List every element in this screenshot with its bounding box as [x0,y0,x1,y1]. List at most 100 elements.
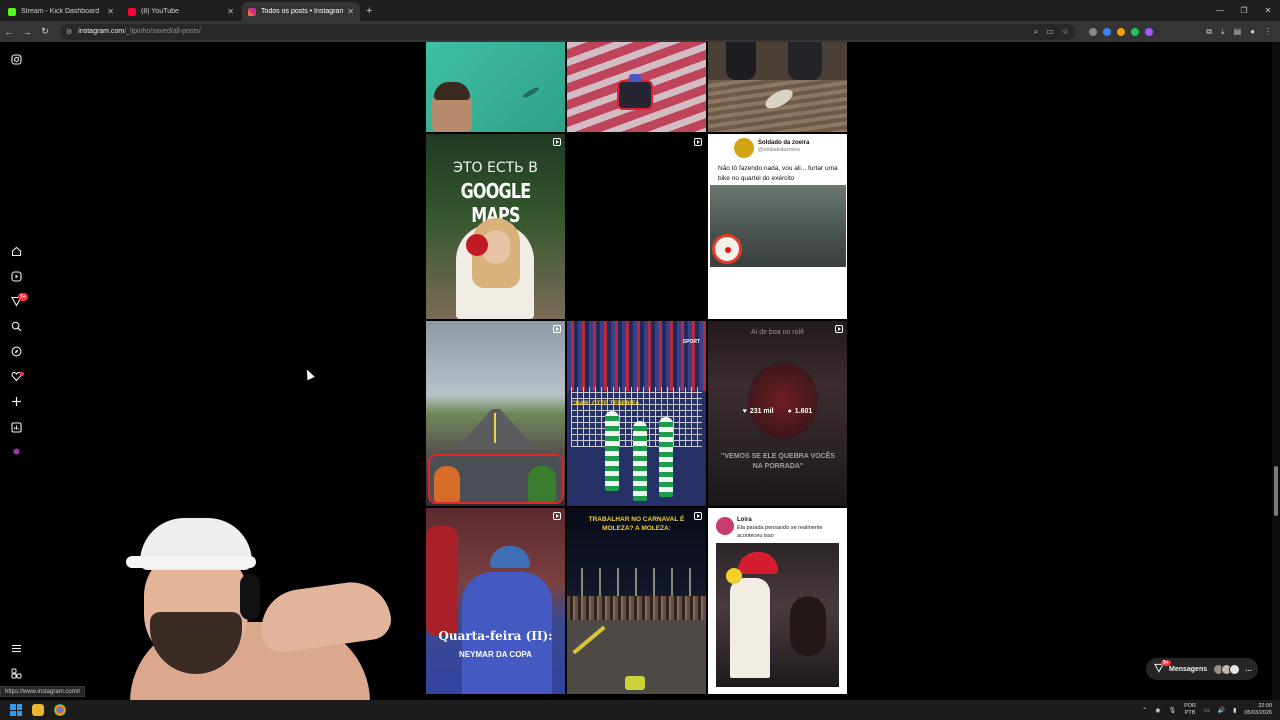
restore-icon[interactable]: ❐ [1232,0,1256,21]
post-thumbnail[interactable] [426,42,565,132]
post-thumbnail[interactable] [708,42,847,132]
extension-orange-icon[interactable] [1117,27,1125,36]
post-thumbnail[interactable]: Soldado da zoeira @soldadodazoeira Não t… [708,134,847,319]
windows-start-icon[interactable] [10,704,22,716]
avatar [1229,663,1241,675]
person-shape [788,42,822,80]
headphones-shape [240,574,260,620]
post-thumbnail[interactable] [426,321,565,506]
zoom-icon[interactable]: ⌕ [1034,27,1038,37]
address-bar[interactable]: ⚙ instagram.com/_lipinho/saved/all-posts… [60,23,1075,40]
post-overlay-text: NEYMAR DA COPA [459,650,532,659]
post-thumbnail[interactable]: Quarta-feira (II): NEYMAR DA COPA [426,508,565,694]
crowd-shape [567,596,706,620]
browser-toolbar: ← → ↻ ⚙ instagram.com/_lipinho/saved/all… [0,21,1280,42]
tab-title: Todos os posts • Instagram [261,8,344,15]
extension-shield-icon[interactable] [1089,27,1097,36]
reels-icon[interactable] [10,270,23,283]
clown-emoji-icon [712,234,742,264]
clock-time: 22:00 [1258,703,1272,709]
shark-shape [521,85,541,100]
close-tab-icon[interactable]: ✕ [347,7,354,16]
volume-icon[interactable]: 🔊 [1218,707,1225,714]
also-from-meta-icon[interactable] [10,667,23,680]
create-plus-icon[interactable] [10,395,23,408]
tab-kick-dashboard[interactable]: Stream - Kick Dashboard ✕ [2,2,120,21]
post-overlay-text: Ai de boa no rolê [751,329,804,336]
clock-date: 05/03/2026 [1244,710,1272,716]
heart-icon: ♥ [742,408,747,415]
clock[interactable]: 22:00 05/03/2026 [1244,703,1272,717]
tweet-avatar [716,517,734,535]
messages-button[interactable]: 9+ Mensagens … [1146,658,1258,680]
person-shape [726,42,756,80]
page-scrollbar[interactable] [1272,42,1280,700]
network-icon[interactable]: ◉ [1155,707,1160,714]
sidebar-icon[interactable]: ▤ [1234,27,1242,36]
cast-icon[interactable]: ▭ [1046,27,1054,37]
creator-face [432,82,472,132]
download-icon[interactable]: ⤓ [1221,27,1225,37]
post-thumbnail[interactable]: Loira Ela parada pensando se realmente a… [708,508,847,694]
address-path: /_lipinho/saved/all-posts/ [124,28,201,35]
post-thumbnail[interactable] [567,134,706,319]
bookmark-star-icon[interactable]: ☆ [1062,27,1069,37]
post-thumbnail[interactable]: TRABALHAR NO CARNAVAL É MOLEZA? A MOLEZA… [567,508,706,694]
reload-icon[interactable]: ↻ [36,26,54,37]
new-tab-button[interactable]: + [366,2,372,21]
back-icon[interactable]: ← [0,27,18,37]
road-shape [456,409,536,449]
home-icon[interactable] [10,245,23,258]
forward-icon[interactable]: → [18,27,36,37]
battery-icon[interactable]: ▮ [1233,707,1236,714]
rc-car-shape [617,74,653,110]
display-icon[interactable]: ▭ [1204,707,1210,714]
close-tab-icon[interactable]: ✕ [227,7,234,16]
person-shape [730,578,770,678]
link-status-url: https://www.instagram.com/r [0,686,86,697]
explore-compass-icon[interactable] [10,345,23,358]
post-thumbnail-hovered[interactable]: Ai de boa no rolê ♥ 231 mil ● 1.601 "VEMOS… [708,321,847,506]
post-overlay-text: "VEMOS SE ELE QUEBRA VOCÊS NA PORRADA" [721,453,835,470]
extension-purple-icon[interactable] [1145,27,1153,36]
streamer-cap-brim [126,556,256,568]
post-thumbnail[interactable] [567,42,706,132]
extension-green-icon[interactable] [1131,27,1139,36]
file-explorer-icon[interactable] [32,704,44,716]
toolbar-right: ⧉ ⤓ ▤ ● ⋮ [1206,21,1272,42]
message-avatars [1213,663,1241,675]
microphone-icon[interactable]: 🎙 [1168,707,1176,714]
player-shape [605,411,619,491]
chevron-up-icon[interactable]: ⌃ [1142,707,1147,714]
extension-blue-icon[interactable] [1103,27,1111,36]
close-window-icon[interactable]: ✕ [1256,0,1280,21]
messages-badge: 9+ [1161,660,1171,666]
road-line [494,413,496,443]
window-controls: — ❐ ✕ [1208,0,1280,21]
post-overlay-text: Quarta-feira (II): [438,629,553,643]
browser-tab-bar: Stream - Kick Dashboard ✕ (8) YouTube ✕ … [0,0,1280,21]
puzzle-icon[interactable]: ⧉ [1206,27,1212,37]
chrome-icon[interactable] [54,704,66,716]
post-thumbnail[interactable]: ЭТО ЕСТЬ В GOOGLE MAPS [426,134,565,319]
instagram-logo-icon[interactable] [10,53,23,66]
scrollbar-thumb[interactable] [1274,466,1278,516]
more-menu-icon[interactable]: ⋮ [1264,27,1272,36]
profile-avatar-icon[interactable]: ● [1250,27,1255,36]
tab-instagram[interactable]: Todos os posts • Instagram ✕ [242,2,360,21]
close-tab-icon[interactable]: ✕ [107,7,114,16]
post-thumbnail[interactable]: CHARLOTTE TENERIFA SPORT [567,321,706,506]
comment-icon: ● [787,408,792,415]
tweet-author-name: Soldado da zoeira [758,140,810,146]
tab-youtube[interactable]: (8) YouTube ✕ [122,2,240,21]
minimize-icon[interactable]: — [1208,0,1232,21]
profile-avatar-icon[interactable] [10,445,23,458]
dashboard-icon[interactable] [10,421,23,434]
more-menu-icon[interactable] [10,642,23,655]
search-icon[interactable] [10,320,23,333]
instagram-favicon-icon [248,7,256,16]
site-info-icon[interactable]: ⚙ [66,28,72,36]
language-indicator[interactable]: POR PTB [1184,703,1196,717]
tweet-author-name: Loira [737,517,752,523]
tab-title: Stream - Kick Dashboard [21,8,100,15]
